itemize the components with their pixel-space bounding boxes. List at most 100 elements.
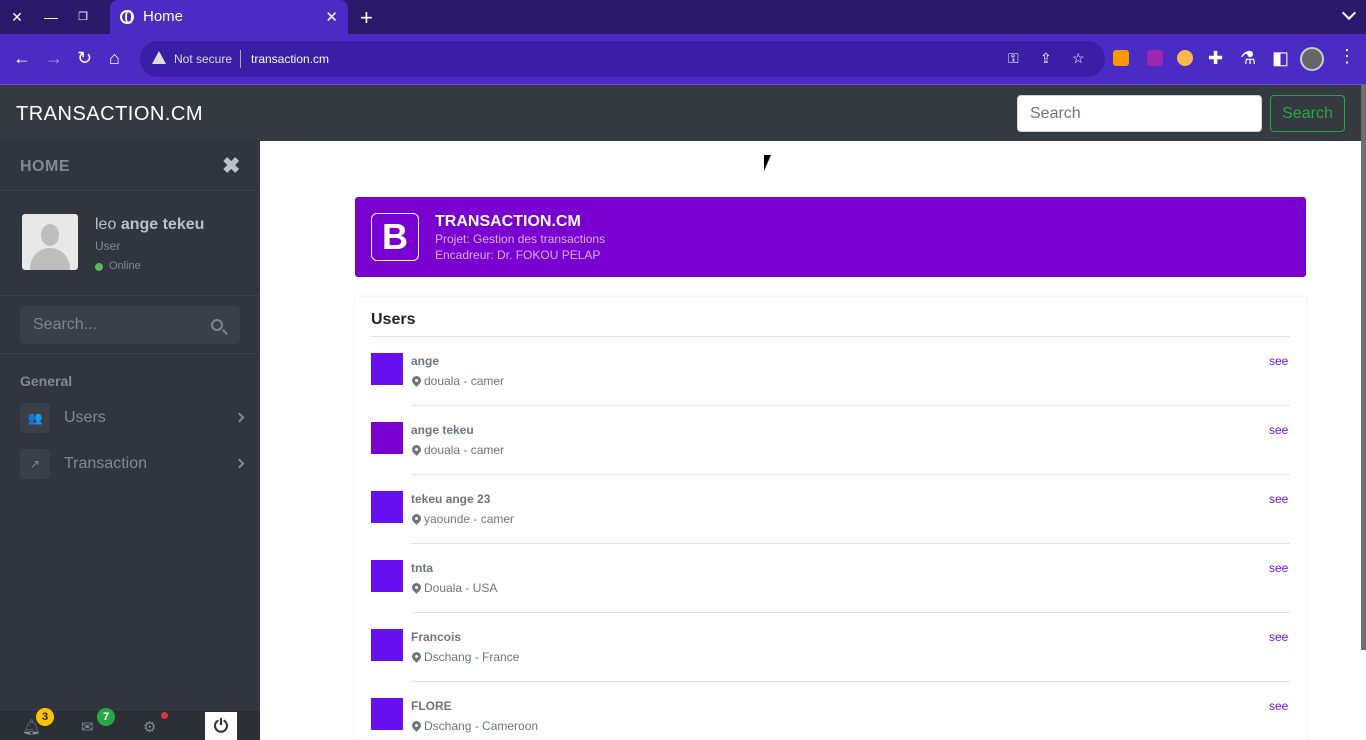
user-location: Dschang - France [424,650,520,664]
list-item: ange tekeu douala - camer see [371,422,1290,491]
list-item: FLORE Dschang - Cameroon see [371,698,1290,740]
browser-toolbar: ← → ↻ ⌂ Not secure transaction.cm ⚿ ⇪ ☆ … [0,34,1366,85]
key-icon[interactable]: ⚿ [1008,50,1019,67]
main-content: B TRANSACTION.CM Projet: Gestion des tra… [260,141,1361,740]
see-link[interactable]: see [1269,630,1288,644]
navbar-search-button[interactable]: Search [1270,95,1345,132]
see-link[interactable]: see [1269,561,1288,575]
home-icon[interactable]: ⌂ [109,48,120,68]
map-marker-icon [410,581,423,594]
sidebar-home-link[interactable]: HOME [20,158,70,176]
user-name: Francois [411,630,462,644]
security-label[interactable]: Not secure [174,52,232,66]
bootstrap-logo-icon: B [371,213,419,261]
see-link[interactable]: see [1269,423,1288,437]
notification-count-badge: 3 [36,708,54,726]
page-scrollbar[interactable] [1361,85,1366,650]
user-name: leo ange tekeu [95,216,204,234]
divider [411,405,1290,406]
restore-icon[interactable]: ❐ [74,8,92,26]
banner-supervisor: Encadreur: Dr. FOKOU PELAP [435,248,601,262]
puzzle-icon[interactable]: ✚ [1208,48,1223,68]
user-name: tnta [411,561,433,575]
user-name: ange [411,354,440,368]
tab-close-icon[interactable]: ✕ [325,8,338,26]
power-button[interactable]: ⏻ [205,712,237,740]
profile-avatar[interactable] [1300,47,1324,71]
user-avatar [371,422,403,454]
side-panel-icon[interactable]: ◧ [1272,48,1289,68]
gear-icon[interactable]: ⚙ [143,718,156,736]
sidebar-item-label: Users [64,409,106,426]
list-item: ange douala - camer see [371,353,1290,422]
forward-icon[interactable]: → [45,48,63,68]
settings-alert-dot [161,712,168,719]
address-bar[interactable]: Not secure transaction.cm ⚿ ⇪ ☆ [140,41,1105,77]
users-card: Users ange douala - camer see ange tekeu dou… [355,297,1306,740]
sidebar-section-general: General [20,373,73,389]
sidebar-item-transaction[interactable]: ↗ Transaction [20,449,250,481]
brand-title[interactable]: TRANSACTION.CM [16,103,203,126]
tab-title: Home [143,8,184,25]
url-text[interactable]: transaction.cm [251,52,329,66]
message-count-badge: 7 [97,708,115,726]
divider [411,681,1290,682]
user-location: Douala - USA [424,581,498,595]
tab-search-chevron-icon[interactable] [1341,5,1357,21]
user-avatar [371,560,403,592]
divider [240,50,241,68]
sidebar-item-users[interactable]: 👥 Users [20,403,250,435]
sidebar-item-label: Transaction [64,455,147,472]
user-name: ange tekeu [411,423,474,437]
user-status: Online [109,260,141,272]
sidebar-footer: 🔔︎ 3 ✉ 7 ⚙ ⏻ [0,708,260,740]
sidebar-search [0,296,260,354]
warning-icon [152,51,166,64]
bell-icon[interactable]: 🔔︎ 3 [22,708,54,736]
list-item: tekeu ange 23 yaounde - camer see [371,491,1290,560]
search-icon[interactable] [211,319,223,331]
reload-icon[interactable]: ↻ [77,48,92,68]
map-marker-icon [410,512,423,525]
list-item: Francois Dschang - France see [371,629,1290,698]
new-tab-icon[interactable]: + [360,5,373,31]
list-item: tnta Douala - USA see [371,560,1290,629]
sidebar-search-input[interactable] [20,306,240,344]
see-link[interactable]: see [1269,699,1288,713]
user-avatar [371,491,403,523]
divider [411,474,1290,475]
user-first-name: leo [95,216,117,233]
browser-menu-icon[interactable]: ⋮ [1338,46,1356,67]
minimize-icon[interactable]: — [42,8,60,26]
close-window-icon[interactable]: ✕ [8,8,26,26]
divider [411,543,1290,544]
share-icon[interactable]: ⇪ [1040,50,1052,67]
user-name: FLORE [411,699,452,713]
star-icon[interactable]: ☆ [1072,50,1085,67]
avatar-head [41,224,59,246]
extension-icon[interactable] [1177,50,1193,66]
user-location: yaounde - camer [424,512,515,526]
avatar-body [30,248,70,270]
sidebar-close-icon[interactable]: ✖ [222,153,240,179]
map-marker-icon [410,650,423,663]
extension-icon[interactable] [1113,50,1129,66]
map-marker-icon [410,719,423,732]
see-link[interactable]: see [1269,492,1288,506]
envelope-icon[interactable]: ✉ 7 [81,708,115,736]
flask-icon[interactable]: ⚗ [1240,48,1256,68]
see-link[interactable]: see [1269,354,1288,368]
tab-home[interactable]: Home ✕ [110,0,348,34]
sidebar: HOME ✖ leo ange tekeu User Online Genera… [0,141,260,740]
chevron-right-icon [234,458,245,469]
map-marker-icon [410,374,423,387]
navbar-search-input[interactable] [1017,95,1262,132]
avatar [22,214,78,270]
user-last-name: ange tekeu [120,216,205,233]
back-icon[interactable]: ← [13,48,31,68]
card-title: Users [371,311,416,328]
extension-icon[interactable] [1147,50,1163,66]
user-panel: leo ange tekeu User Online [0,191,260,296]
user-role: User [95,239,121,253]
user-location: douala - camer [424,374,505,388]
